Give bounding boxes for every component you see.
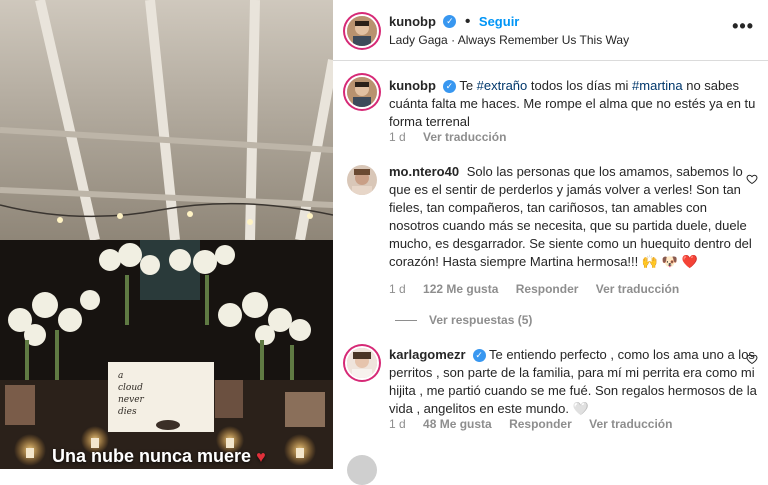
view-replies-button[interactable]: Ver respuestas (5) bbox=[395, 313, 532, 327]
sign-text-2: cloud bbox=[118, 383, 143, 393]
story-caption: Una nube nunca muere ♥ bbox=[52, 446, 266, 467]
hashtag-martina[interactable]: #martina bbox=[632, 78, 683, 93]
comment-meta: 1 d 122 Me gusta Responder Ver traducció… bbox=[389, 282, 693, 296]
music-track: Always Remember Us This Way bbox=[457, 33, 630, 47]
verified-badge-icon: ✓ bbox=[443, 15, 457, 29]
verified-badge-icon: ✓ bbox=[442, 80, 456, 94]
comment-meta: 1 d 48 Me gusta Responder Ver traducción bbox=[389, 417, 686, 431]
avatar-image bbox=[347, 165, 377, 195]
avatar-image bbox=[347, 16, 377, 46]
see-translation-link[interactable]: Ver traducción bbox=[423, 130, 506, 144]
story-caption-text: Una nube nunca muere bbox=[52, 446, 252, 466]
caption-text-2: todos los días mi bbox=[527, 78, 633, 93]
avatar[interactable] bbox=[347, 16, 377, 46]
comment-likes[interactable]: 48 Me gusta bbox=[423, 417, 492, 431]
caption-time: 1 d bbox=[389, 130, 406, 144]
replies-line bbox=[395, 320, 417, 322]
comment-avatar[interactable] bbox=[347, 165, 377, 195]
comment-username[interactable]: karlagomezr bbox=[389, 347, 466, 362]
caption-text-1: Te bbox=[459, 78, 477, 93]
caption-avatar[interactable] bbox=[347, 77, 377, 107]
header-username[interactable]: kunobp bbox=[389, 14, 436, 29]
memorial-photo: a cloud never dies bbox=[0, 0, 333, 469]
verified-badge-icon: ✓ bbox=[472, 349, 486, 363]
post-header: kunobp ✓ • Seguir Lady Gaga · Always Rem… bbox=[333, 0, 768, 61]
heart-emoji: ♥ bbox=[256, 449, 266, 466]
comment-item: mo.ntero40 Solo las personas que los ama… bbox=[389, 163, 759, 271]
heart-like-icon[interactable] bbox=[746, 353, 758, 365]
caption-username[interactable]: kunobp bbox=[389, 78, 436, 93]
reply-button[interactable]: Responder bbox=[516, 282, 579, 296]
story-media: a cloud never dies Una nube nunca muere … bbox=[0, 0, 333, 469]
reply-button[interactable]: Responder bbox=[509, 417, 572, 431]
comments-panel: kunobp ✓ • Seguir Lady Gaga · Always Rem… bbox=[333, 0, 768, 485]
hashtag-extrano[interactable]: #extraño bbox=[477, 78, 528, 93]
sign-text-3: never bbox=[118, 395, 145, 405]
comment-time: 1 d bbox=[389, 417, 406, 431]
music-artist: Lady Gaga bbox=[389, 33, 448, 47]
avatar-image bbox=[347, 77, 377, 107]
separator-dot: • bbox=[464, 13, 471, 30]
comment-likes[interactable]: 122 Me gusta bbox=[423, 282, 498, 296]
see-translation-link[interactable]: Ver traducción bbox=[596, 282, 679, 296]
heart-like-icon[interactable] bbox=[746, 173, 758, 185]
caption-meta: 1 d Ver traducción bbox=[389, 130, 520, 144]
follow-button[interactable]: Seguir bbox=[479, 14, 519, 29]
comment-avatar[interactable] bbox=[347, 348, 377, 378]
sign-text-4: dies bbox=[118, 407, 137, 417]
avatar-image bbox=[347, 348, 377, 378]
comment-avatar-partial[interactable] bbox=[347, 455, 377, 485]
music-info[interactable]: Lady Gaga · Always Remember Us This Way bbox=[389, 33, 629, 47]
comment-item: karlagomezr ✓ Te entiendo perfecto , como… bbox=[389, 346, 759, 418]
comment-text: Solo las personas que los amamos, sabemo… bbox=[389, 164, 752, 269]
comment-username[interactable]: mo.ntero40 bbox=[389, 164, 459, 179]
comment-time: 1 d bbox=[389, 282, 406, 296]
view-replies-label: Ver respuestas (5) bbox=[429, 313, 533, 327]
more-options-button[interactable]: ••• bbox=[732, 16, 754, 37]
post-caption: kunobp ✓ Te #extraño todos los días mi #m… bbox=[389, 77, 759, 131]
see-translation-link[interactable]: Ver traducción bbox=[589, 417, 672, 431]
sign-text-1: a bbox=[118, 371, 123, 381]
